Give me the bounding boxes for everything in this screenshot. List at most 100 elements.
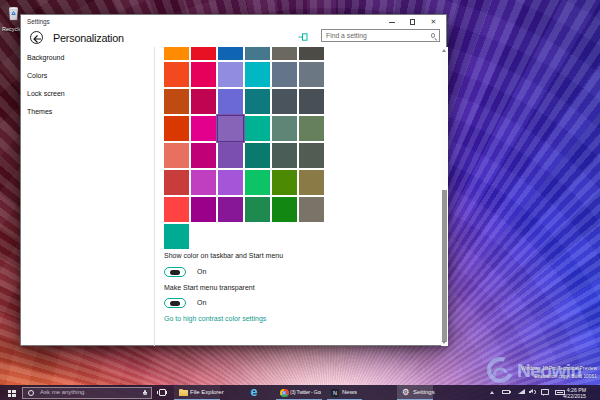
color-swatch[interactable]	[164, 170, 189, 195]
color-swatch[interactable]	[299, 170, 324, 195]
toggle1[interactable]	[164, 267, 186, 277]
color-swatch[interactable]	[272, 197, 297, 222]
news-icon: N	[331, 389, 339, 397]
color-swatch[interactable]	[299, 47, 324, 60]
battery-icon[interactable]	[502, 390, 510, 395]
color-swatch[interactable]	[218, 89, 243, 114]
color-swatch[interactable]	[218, 62, 243, 87]
speaker-icon[interactable]	[529, 389, 536, 395]
neowin-logo	[486, 356, 514, 384]
toggle1-label: Show color on taskbar and Start menu	[164, 252, 283, 259]
color-swatch[interactable]	[299, 197, 324, 222]
taskbar-search-placeholder: Ask me anything	[40, 388, 84, 398]
sidebar-item-background[interactable]: Background	[27, 50, 137, 66]
color-swatch[interactable]	[164, 47, 189, 60]
toggle1-state: On	[197, 267, 227, 277]
color-swatch[interactable]	[191, 116, 216, 141]
settings-label: Settings	[413, 385, 435, 400]
toggle2[interactable]	[164, 298, 186, 308]
back-arrow-icon	[32, 34, 42, 44]
tray-expand-icon[interactable]	[490, 391, 494, 394]
task-view-button[interactable]	[157, 389, 167, 397]
color-swatch[interactable]	[272, 62, 297, 87]
search-icon[interactable]	[431, 33, 436, 38]
file-explorer-label: File Explorer	[190, 385, 224, 400]
color-swatch[interactable]	[218, 197, 243, 222]
scrollbar-up-arrow[interactable]	[442, 49, 446, 52]
color-swatch[interactable]	[218, 116, 243, 141]
color-swatch[interactable]	[272, 47, 297, 60]
back-button[interactable]	[30, 31, 43, 44]
color-swatch[interactable]	[299, 116, 324, 141]
color-swatch[interactable]	[245, 116, 270, 141]
sidebar-item-lock-screen[interactable]: Lock screen	[27, 86, 137, 102]
taskbar-settings[interactable]: ⚙ Settings	[397, 385, 433, 400]
news-label: News	[342, 385, 357, 400]
search-placeholder: Find a setting	[326, 30, 367, 42]
taskbar-search[interactable]: Ask me anything	[22, 387, 152, 399]
sidebar-item-themes[interactable]: Themes	[27, 104, 137, 120]
chrome-icon	[280, 389, 289, 398]
watermark-line1: Windows 10 Pro Technical Preview	[521, 366, 597, 371]
color-swatch[interactable]	[164, 62, 189, 87]
neowin-watermark: Neowin Windows 10 Pro Technical Preview …	[486, 355, 600, 387]
color-swatch[interactable]	[191, 143, 216, 168]
color-swatch[interactable]	[272, 143, 297, 168]
color-swatch[interactable]	[191, 47, 216, 60]
taskbar-file-explorer[interactable]: File Explorer	[174, 385, 220, 400]
color-swatch[interactable]	[299, 62, 324, 87]
color-swatch[interactable]	[164, 143, 189, 168]
watermark-line2: Evaluation copy. Build 10061	[534, 374, 597, 379]
minimize-button[interactable]	[381, 15, 402, 29]
close-button[interactable]: ✕	[423, 15, 444, 29]
color-swatch[interactable]	[245, 62, 270, 87]
color-swatch[interactable]	[218, 170, 243, 195]
sidebar-item-colors[interactable]: Colors	[27, 68, 137, 84]
scrollbar-thumb[interactable]	[442, 190, 448, 342]
color-swatch[interactable]	[164, 197, 189, 222]
network-icon[interactable]	[518, 389, 525, 394]
window-title: Settings	[27, 18, 50, 25]
action-center-icon[interactable]	[541, 389, 549, 395]
color-swatch[interactable]	[191, 62, 216, 87]
color-swatch[interactable]	[245, 143, 270, 168]
desktop: Recycle Bin Neowin Windows 10 Pro Techni…	[0, 0, 600, 400]
find-setting-searchbox[interactable]: Find a setting	[321, 29, 440, 42]
color-swatch[interactable]	[191, 89, 216, 114]
taskbar-news[interactable]: N News	[327, 385, 362, 400]
pin-icon[interactable]	[298, 32, 308, 42]
scrollbar-down-arrow[interactable]	[442, 341, 446, 344]
color-swatch[interactable]	[218, 47, 243, 60]
cortana-icon	[28, 390, 34, 396]
start-button[interactable]	[8, 390, 16, 398]
page-title: Personalization	[53, 32, 124, 44]
microphone-icon[interactable]	[143, 390, 147, 396]
color-swatch[interactable]	[164, 89, 189, 114]
color-swatch[interactable]	[272, 89, 297, 114]
color-swatch[interactable]	[218, 143, 243, 168]
recycle-bin-glyph	[6, 4, 21, 21]
color-swatch[interactable]	[272, 116, 297, 141]
edge-browser-icon[interactable]: e	[244, 385, 264, 400]
color-swatch[interactable]	[191, 197, 216, 222]
color-swatch[interactable]	[245, 197, 270, 222]
folder-icon	[179, 389, 188, 396]
clock-date: 4/22/2015	[558, 393, 586, 399]
color-swatch[interactable]	[164, 116, 189, 141]
color-swatch[interactable]	[245, 47, 270, 60]
color-swatch[interactable]	[245, 89, 270, 114]
high-contrast-link[interactable]: Go to high contrast color settings	[164, 315, 266, 322]
maximize-button[interactable]	[402, 15, 423, 29]
color-swatch[interactable]	[299, 89, 324, 114]
color-swatch[interactable]	[299, 143, 324, 168]
color-swatch[interactable]	[245, 170, 270, 195]
toggle2-label: Make Start menu transparent	[164, 284, 255, 291]
taskbar-clock[interactable]: 4:26 PM 4/22/2015	[558, 387, 586, 399]
color-swatch[interactable]	[191, 170, 216, 195]
color-swatch[interactable]	[164, 224, 189, 249]
taskbar-twitter-chrome[interactable]: (3) Twitter - Google ...	[276, 385, 322, 400]
gear-icon: ⚙	[402, 385, 410, 400]
scrollbar[interactable]	[441, 47, 448, 346]
twitter-label: (3) Twitter - Google ...	[290, 385, 321, 400]
color-swatch[interactable]	[272, 170, 297, 195]
